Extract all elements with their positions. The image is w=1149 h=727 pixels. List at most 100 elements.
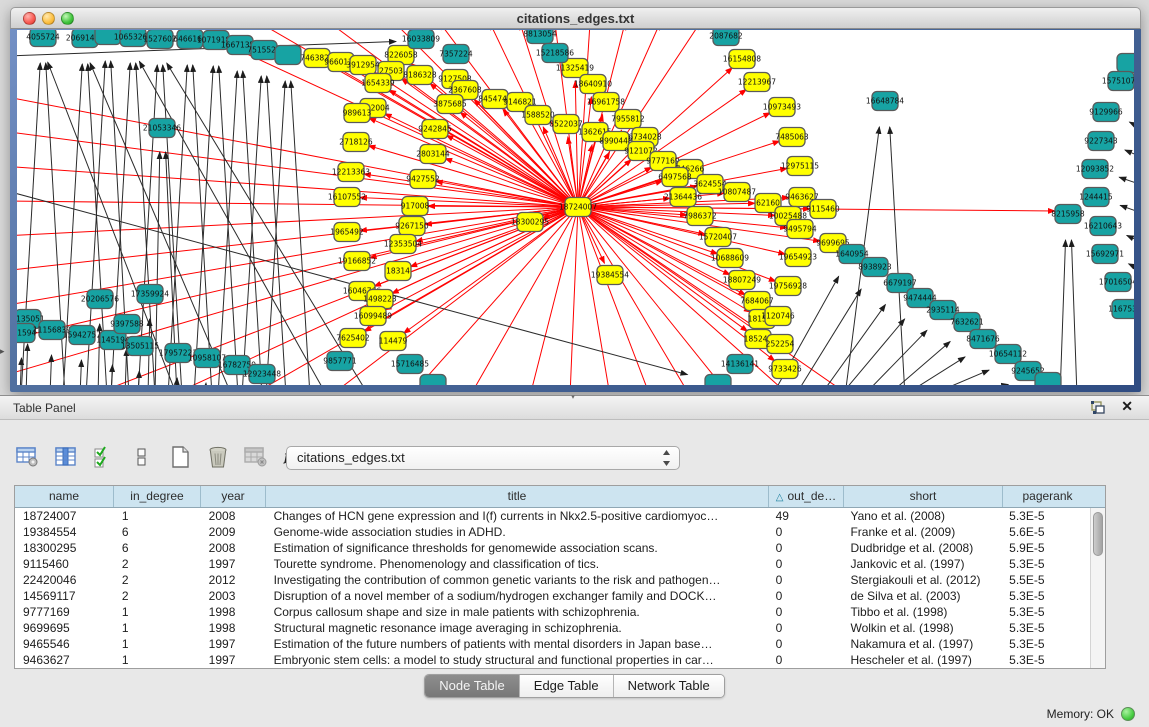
table-settings-icon[interactable] bbox=[14, 444, 42, 470]
select-columns-icon[interactable] bbox=[90, 444, 118, 470]
network-node[interactable]: 16210643 bbox=[1084, 217, 1122, 236]
window-titlebar[interactable]: citations_edges.txt bbox=[10, 7, 1141, 29]
table-panel-header[interactable]: Table Panel ▾ ✕ bbox=[0, 396, 1149, 420]
column-header[interactable]: title bbox=[266, 486, 769, 507]
network-node[interactable]: 15720407 bbox=[699, 228, 737, 247]
table-row[interactable]: 1456911722003Disruption of a novel membe… bbox=[15, 588, 1090, 604]
network-node[interactable]: 1527602 bbox=[143, 30, 177, 49]
table-row[interactable]: 1830029562008Estimation of significance … bbox=[15, 540, 1090, 556]
network-node[interactable]: 1120746 bbox=[761, 307, 795, 326]
network-node[interactable]: 1498223 bbox=[363, 290, 397, 309]
network-node[interactable]: 12213967 bbox=[738, 73, 776, 92]
network-node[interactable]: 19756928 bbox=[769, 277, 807, 296]
new-table-icon[interactable] bbox=[166, 444, 194, 470]
network-node[interactable]: 1965492 bbox=[330, 223, 364, 242]
delete-trash-icon[interactable] bbox=[204, 444, 232, 470]
close-panel-icon[interactable]: ✕ bbox=[1121, 398, 1133, 415]
network-node[interactable]: 1654339 bbox=[361, 74, 395, 93]
table-row[interactable]: 911546021997Tourette syndrome. Phenomeno… bbox=[15, 556, 1090, 572]
table-row[interactable]: 969969511998Structural magnetic resonanc… bbox=[15, 620, 1090, 636]
network-node[interactable]: 2087682 bbox=[709, 30, 743, 46]
network-node[interactable]: 15751074 bbox=[1102, 72, 1134, 91]
network-node[interactable]: 16107552 bbox=[328, 188, 366, 207]
network-node[interactable]: 7357224 bbox=[439, 45, 473, 64]
network-node[interactable]: 8471676 bbox=[966, 330, 1000, 349]
column-header[interactable]: short bbox=[844, 486, 1003, 507]
network-node[interactable]: 8215958 bbox=[1051, 205, 1085, 224]
network-node[interactable]: 1244415 bbox=[1079, 188, 1113, 207]
network-node[interactable] bbox=[420, 375, 446, 386]
network-node[interactable]: 9397588 bbox=[110, 315, 144, 334]
tab-edge-table[interactable]: Edge Table bbox=[520, 675, 614, 697]
network-node[interactable]: 19384554 bbox=[591, 266, 629, 285]
network-node[interactable]: 2803144 bbox=[416, 145, 450, 164]
float-panel-icon[interactable] bbox=[1089, 400, 1107, 416]
network-node[interactable]: 9242845 bbox=[418, 120, 452, 139]
table-row[interactable]: 977716911998Corpus callosum shape and si… bbox=[15, 604, 1090, 620]
table-row[interactable]: 1872400712008Changes of HCN gene express… bbox=[15, 508, 1090, 524]
network-node[interactable]: 9115460 bbox=[806, 200, 840, 219]
network-node[interactable] bbox=[705, 375, 731, 386]
network-node[interactable]: 7986372 bbox=[683, 207, 717, 226]
network-node[interactable]: 7625402 bbox=[336, 329, 370, 348]
vertical-scrollbar[interactable] bbox=[1090, 508, 1105, 668]
tab-node-table[interactable]: Node Table bbox=[425, 675, 520, 697]
network-node[interactable]: 21053346 bbox=[143, 119, 181, 138]
table-selector-dropdown[interactable]: citations_edges.txt bbox=[286, 446, 680, 470]
network-node[interactable] bbox=[1035, 373, 1061, 386]
network-node[interactable]: 8813054 bbox=[523, 30, 557, 44]
network-node[interactable]: 10688609 bbox=[711, 249, 749, 268]
network-node[interactable]: 16961758 bbox=[587, 93, 625, 112]
network-canvas[interactable]: 1872400718300295193845549242845280314494… bbox=[17, 30, 1134, 385]
network-node[interactable]: 9267150 bbox=[395, 217, 429, 236]
network-node[interactable]: 1167533 bbox=[1108, 300, 1134, 319]
network-node[interactable]: 17359924 bbox=[131, 285, 169, 304]
network-node[interactable]: 2718126 bbox=[339, 133, 373, 152]
network-node[interactable]: 9495794 bbox=[783, 220, 817, 239]
show-column-icon[interactable] bbox=[52, 444, 80, 470]
table-row[interactable]: 946554611997Estimation of the future num… bbox=[15, 636, 1090, 652]
scrollbar-thumb[interactable] bbox=[1093, 512, 1103, 556]
table-row[interactable]: 946362711997Embryonic stem cells: a mode… bbox=[15, 652, 1090, 668]
table-row[interactable]: 2242004622012Investigating the contribut… bbox=[15, 572, 1090, 588]
column-header[interactable]: name bbox=[15, 486, 114, 507]
network-node[interactable]: 19654923 bbox=[779, 248, 817, 267]
network-node[interactable]: 917008 bbox=[401, 197, 430, 216]
network-node[interactable]: 16648784 bbox=[866, 92, 904, 111]
network-node[interactable]: 12093852 bbox=[1076, 160, 1114, 179]
column-header[interactable]: year bbox=[201, 486, 266, 507]
network-node[interactable]: 15716485 bbox=[391, 355, 429, 374]
column-header[interactable]: pagerank bbox=[1003, 486, 1092, 507]
network-node[interactable]: 12975115 bbox=[781, 157, 819, 176]
network-node[interactable]: 15692971 bbox=[1086, 245, 1124, 264]
tab-network-table[interactable]: Network Table bbox=[614, 675, 724, 697]
network-node[interactable]: 3912954 bbox=[346, 56, 380, 75]
network-node[interactable] bbox=[1117, 54, 1134, 73]
splitter-handle-icon[interactable]: ▾ bbox=[568, 395, 578, 400]
column-header[interactable]: △out_de… bbox=[769, 486, 844, 507]
network-node[interactable]: 7955812 bbox=[611, 110, 645, 129]
network-node[interactable]: 989613 bbox=[343, 104, 372, 123]
network-node[interactable] bbox=[275, 46, 301, 65]
network-node[interactable]: 9129966 bbox=[1089, 103, 1123, 122]
network-node[interactable]: 9427552 bbox=[406, 170, 440, 189]
network-node[interactable]: 9857771 bbox=[323, 352, 357, 371]
network-node[interactable]: 114479 bbox=[379, 332, 408, 351]
network-node[interactable]: 18314 bbox=[385, 262, 411, 281]
network-node[interactable]: 9733426 bbox=[768, 360, 802, 379]
network-node[interactable]: 7485063 bbox=[775, 128, 809, 147]
network-node[interactable]: 6497568 bbox=[658, 168, 692, 187]
table-row[interactable]: 1938455462009Genome-wide association stu… bbox=[15, 524, 1090, 540]
network-node[interactable]: 8186328 bbox=[403, 66, 437, 85]
network-node[interactable]: 3875685 bbox=[433, 95, 467, 114]
network-node[interactable]: 16154808 bbox=[723, 50, 761, 69]
network-node[interactable]: 17016504 bbox=[1099, 273, 1134, 292]
row-height-icon[interactable] bbox=[128, 444, 156, 470]
network-node[interactable]: 8938923 bbox=[858, 258, 892, 277]
network-node[interactable]: 4055724 bbox=[26, 30, 60, 47]
column-header[interactable]: in_degree bbox=[114, 486, 201, 507]
network-node[interactable]: 7632621 bbox=[950, 313, 984, 332]
network-node[interactable]: 14136141 bbox=[721, 355, 759, 374]
network-node[interactable]: 20206576 bbox=[81, 290, 119, 309]
network-node[interactable]: 9227343 bbox=[1084, 132, 1118, 151]
